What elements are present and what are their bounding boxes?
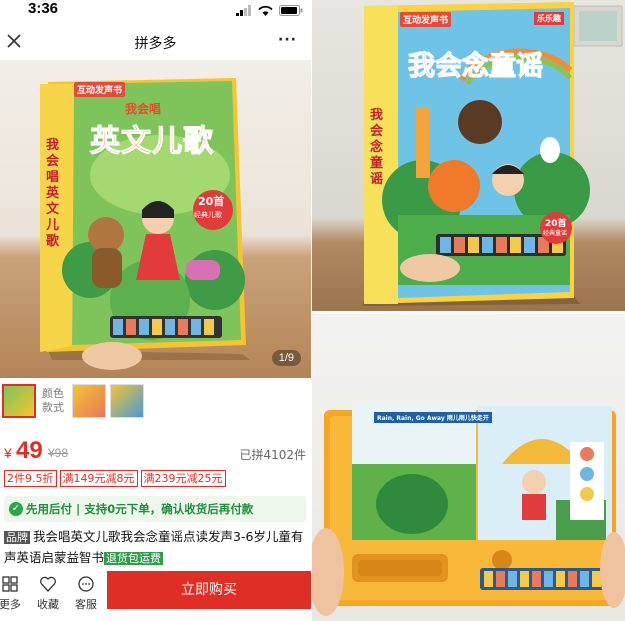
- book1-count-sub: 经典儿歌: [194, 211, 222, 219]
- buy-now-button[interactable]: 立即购买: [107, 571, 311, 609]
- book1-subtitle: 我会唱: [125, 102, 162, 116]
- coupon-tag[interactable]: 满149元减8元: [59, 470, 138, 487]
- more-menu-button[interactable]: ···: [278, 32, 297, 48]
- favorite-button[interactable]: 收藏: [28, 575, 68, 612]
- check-icon: ✓: [9, 502, 23, 516]
- signal-icon: [236, 4, 251, 16]
- product-image-gallery[interactable]: 互动发声书 我会唱 英文儿歌 我会唱英文儿歌 20首 经典儿歌 1/9: [0, 60, 311, 378]
- original-price: ¥98: [48, 446, 69, 460]
- song-title: Rain, Rain, Go Away 雨儿雨儿快走开: [374, 412, 492, 423]
- wifi-icon: [258, 5, 273, 16]
- battery-icon: [279, 4, 303, 16]
- image-counter: 1/9: [271, 350, 301, 366]
- brand-tag: 品牌: [4, 531, 30, 544]
- book2-brand: 乐乐趣: [534, 12, 564, 25]
- book2-badge: 互动发声书: [400, 12, 452, 27]
- collage: 3:36 拼多多 ··· 互动发声书 我会唱 英文儿歌 我会唱英文儿歌 20首 …: [0, 0, 625, 621]
- book2-spine: 我会念童谣: [370, 108, 384, 187]
- customer-service-button[interactable]: 客服: [66, 575, 106, 612]
- book1-badge: 互动发声书: [74, 82, 126, 97]
- service-label: 客服: [75, 598, 97, 611]
- book1-spine: 我会唱英文儿歌: [46, 138, 60, 249]
- status-bar: 3:36: [0, 0, 311, 22]
- variant-swatches: 颜色款式: [0, 384, 311, 424]
- more-label: 更多: [0, 598, 21, 611]
- price-value: 49: [16, 437, 43, 464]
- more-button[interactable]: 更多: [0, 575, 30, 612]
- coupon-list: 2件9.5折 满149元减8元 满239元减25元: [4, 470, 226, 487]
- swatch-item-1[interactable]: [2, 384, 36, 418]
- book1-count: 20首: [198, 195, 225, 208]
- nav-bar: 拼多多 ···: [0, 24, 311, 60]
- status-icons: [236, 4, 303, 16]
- heart-icon: [40, 576, 56, 592]
- price-currency: ¥: [4, 445, 12, 461]
- status-time: 3:36: [28, 0, 59, 17]
- book-photo-open: Rain, Rain, Go Away 雨儿雨儿快走开: [312, 314, 625, 621]
- book2-count-sub: 经典童谣: [543, 230, 568, 237]
- bottom-action-bar: 更多 收藏 客服 立即购买: [0, 569, 311, 621]
- swatch-item-3[interactable]: [110, 384, 144, 418]
- book1-title: 英文儿歌: [90, 124, 214, 160]
- book-photo-nursery-rhymes: 互动发声书 乐乐趣 我会念童谣 我会念童谣 20首 经典童谣: [312, 0, 625, 311]
- sold-count: 已拼4102件: [239, 448, 306, 462]
- swatch-item-2[interactable]: [72, 384, 106, 418]
- swatch-caption: 颜色款式: [42, 387, 64, 414]
- coupon-tag[interactable]: 满239元减25元: [140, 470, 226, 487]
- phone-screenshot: 3:36 拼多多 ··· 互动发声书 我会唱 英文儿歌 我会唱英文儿歌 20首 …: [0, 0, 311, 621]
- pay-later-banner[interactable]: ✓ 先用后付 | 支持0元下单，确认收货后再付款: [4, 496, 306, 522]
- chat-icon: [78, 576, 94, 592]
- grid-icon: [2, 576, 18, 592]
- free-return-badge: 退货包运费: [104, 552, 164, 565]
- page-title: 拼多多: [134, 36, 177, 52]
- favorite-label: 收藏: [37, 598, 59, 611]
- product-title: 品牌 我会唱英文儿歌我会念童谣点读发声3-6岁儿童有声英语启蒙益智书 退货包运费: [4, 527, 308, 569]
- price-row: ¥ 49 ¥98 已拼4102件: [4, 437, 306, 465]
- book2-title: 我会念童谣: [408, 51, 544, 83]
- open-book-illustration: [312, 406, 625, 616]
- pay-later-text: 先用后付 | 支持0元下单，确认收货后再付款: [26, 502, 254, 516]
- coupon-tag[interactable]: 2件9.5折: [4, 470, 57, 487]
